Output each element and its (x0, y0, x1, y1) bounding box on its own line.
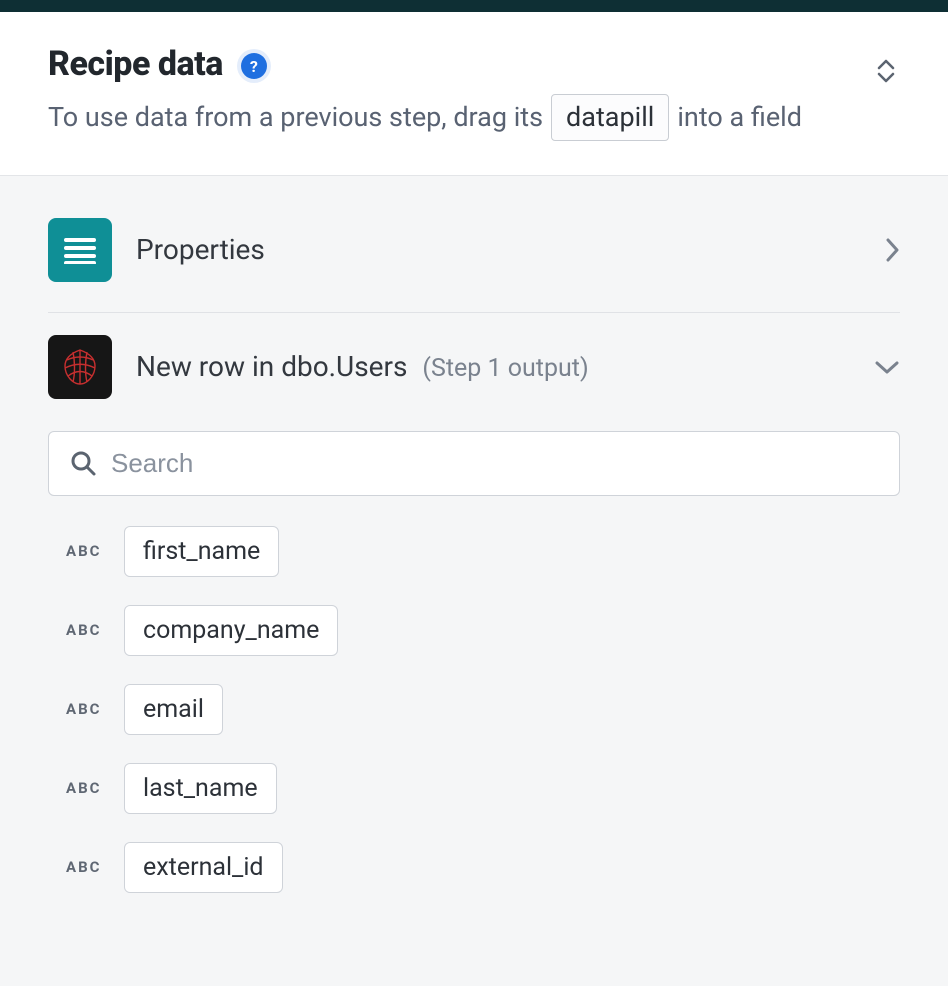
search-box[interactable] (48, 431, 900, 496)
section-step-output[interactable]: New row in dbo.Users (Step 1 output) (48, 325, 900, 409)
datapill-row: ABC last_name (48, 763, 900, 814)
chevron-right-icon (884, 237, 900, 263)
subtitle-pre: To use data from a previous step, drag i… (48, 97, 543, 138)
section-properties[interactable]: Properties (48, 208, 900, 312)
search-icon (69, 449, 97, 477)
datapill[interactable]: first_name (124, 526, 279, 577)
help-icon[interactable]: ? (241, 53, 267, 79)
subtitle-post: into a field (677, 97, 802, 138)
datapill-row: ABC company_name (48, 605, 900, 656)
datapill-row: ABC external_id (48, 842, 900, 893)
datapill[interactable]: last_name (124, 763, 277, 814)
panel-header: Recipe data ? To use data from a previou… (0, 12, 948, 176)
panel-title: Recipe data (48, 44, 223, 84)
datapill[interactable]: email (124, 684, 223, 735)
datapill[interactable]: external_id (124, 842, 283, 893)
datapill-row: ABC email (48, 684, 900, 735)
datapill-type-tag: ABC (66, 542, 108, 560)
step-output-body: ABC first_name ABC company_name ABC email ABC l… (48, 409, 900, 893)
datapill-type-tag: ABC (66, 700, 108, 718)
divider (48, 312, 900, 313)
datapill-list: ABC first_name ABC company_name ABC email ABC l… (48, 526, 900, 893)
step-title: New row in dbo.Users (136, 350, 407, 383)
expand-collapse-icon[interactable] (872, 54, 900, 88)
chevron-down-icon (874, 359, 900, 375)
datapill-type-tag: ABC (66, 779, 108, 797)
panel-subtitle: To use data from a previous step, drag i… (48, 94, 900, 141)
search-input[interactable] (111, 448, 879, 479)
content-area: Properties New row in dbo.Users ( (0, 176, 948, 931)
top-accent-bar (0, 0, 948, 12)
datapill-chip: datapill (551, 94, 669, 141)
datapill-type-tag: ABC (66, 621, 108, 639)
step-meta: (Step 1 output) (422, 354, 588, 383)
datapill-type-tag: ABC (66, 858, 108, 876)
section-step-label: New row in dbo.Users (Step 1 output) (136, 350, 850, 383)
datapill[interactable]: company_name (124, 605, 338, 656)
section-properties-label: Properties (136, 233, 860, 266)
properties-icon (48, 218, 112, 282)
sql-server-icon (48, 335, 112, 399)
datapill-row: ABC first_name (48, 526, 900, 577)
